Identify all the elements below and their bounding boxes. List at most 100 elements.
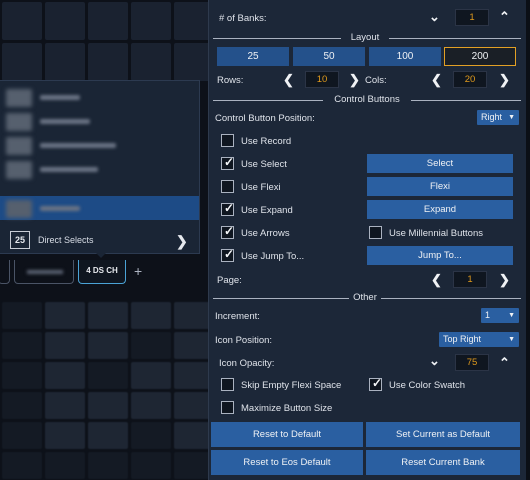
rows-value[interactable]: 10 xyxy=(305,71,339,88)
grid-cell[interactable] xyxy=(45,2,85,40)
expand-button[interactable]: Expand xyxy=(367,200,513,219)
grid-cell[interactable] xyxy=(2,302,42,329)
grid-cell[interactable] xyxy=(88,392,128,419)
layout-25-button[interactable]: 25 xyxy=(217,47,289,66)
grid-cell[interactable] xyxy=(45,43,85,81)
grid-cell[interactable] xyxy=(45,392,85,419)
use-select-checkbox[interactable]: ✓ xyxy=(221,155,234,170)
grid-cell[interactable] xyxy=(174,43,208,81)
maximize-button-size-checkbox[interactable] xyxy=(221,401,234,414)
divider xyxy=(213,298,349,299)
use-expand-checkbox[interactable]: ✓ xyxy=(221,201,234,216)
divider xyxy=(411,100,521,101)
use-color-swatch-checkbox[interactable]: ✓ xyxy=(369,376,382,391)
skip-empty-flexi-space-checkbox[interactable] xyxy=(221,378,234,391)
popup-list-item[interactable] xyxy=(6,159,194,179)
grid-cell[interactable] xyxy=(45,302,85,329)
chevron-right-icon[interactable]: ❯ xyxy=(349,73,360,87)
use-jump-to-checkbox[interactable]: ✓ xyxy=(221,247,235,262)
layout-200-button[interactable]: 200 xyxy=(444,47,516,66)
tab-hidden[interactable] xyxy=(0,260,10,284)
use-arrows-checkbox[interactable]: ✓ xyxy=(221,224,234,239)
layout-50-button[interactable]: 50 xyxy=(293,47,365,66)
cols-value[interactable]: 20 xyxy=(453,71,487,88)
grid-cell[interactable] xyxy=(174,2,208,40)
reset-to-eos-default-button[interactable]: Reset to Eos Default xyxy=(211,450,363,475)
chevron-right-icon[interactable]: ❯ xyxy=(499,73,510,87)
grid-cell[interactable] xyxy=(88,43,128,81)
select-button[interactable]: Select xyxy=(367,154,513,173)
checkmark-icon: ✓ xyxy=(224,247,235,261)
grid-cell[interactable] xyxy=(131,452,171,479)
grid-cell[interactable] xyxy=(2,332,42,359)
grid-cell[interactable] xyxy=(131,43,171,81)
reset-current-bank-button[interactable]: Reset Current Bank xyxy=(366,450,520,475)
banks-value[interactable]: 1 xyxy=(455,9,489,26)
use-millennial-buttons-checkbox[interactable] xyxy=(369,226,382,239)
jump-to-button[interactable]: Jump To... xyxy=(367,246,513,265)
chevron-left-icon[interactable]: ❮ xyxy=(431,273,442,287)
divider xyxy=(213,100,323,101)
popup-list-item[interactable] xyxy=(6,135,194,155)
chevron-up-icon[interactable]: ⌃ xyxy=(499,10,510,24)
grid-cell[interactable] xyxy=(174,422,208,449)
grid-cell[interactable] xyxy=(174,302,208,329)
chevron-down-icon[interactable]: ⌄ xyxy=(429,354,440,368)
chevron-left-icon[interactable]: ❮ xyxy=(431,73,442,87)
set-current-as-default-button[interactable]: Set Current as Default xyxy=(366,422,520,447)
grid-cell[interactable] xyxy=(2,392,42,419)
icon-opacity-value[interactable]: 75 xyxy=(455,354,489,371)
icon-position-dropdown[interactable]: Top Right ▼ xyxy=(439,332,519,347)
grid-cell[interactable] xyxy=(131,392,171,419)
grid-cell[interactable] xyxy=(174,332,208,359)
grid-cell[interactable] xyxy=(88,2,128,40)
grid-cell[interactable] xyxy=(88,332,128,359)
grid-cell[interactable] xyxy=(88,302,128,329)
reset-to-default-button[interactable]: Reset to Default xyxy=(211,422,363,447)
increment-dropdown[interactable]: 1 ▼ xyxy=(481,308,519,323)
popup-list-item[interactable] xyxy=(6,87,194,107)
control-button-position-dropdown[interactable]: Right ▼ xyxy=(477,110,519,125)
page-value[interactable]: 1 xyxy=(453,271,487,288)
grid-cell[interactable] xyxy=(174,362,208,389)
grid-cell[interactable] xyxy=(131,332,171,359)
popup-list-item-selected[interactable] xyxy=(0,196,199,220)
grid-cell[interactable] xyxy=(88,422,128,449)
grid-cell[interactable] xyxy=(2,452,42,479)
flexi-button[interactable]: Flexi xyxy=(367,177,513,196)
control-buttons-title: Control Buttons xyxy=(334,94,400,105)
direct-selects-area: 25 Direct Selects ❯ 4 DS CH + xyxy=(0,0,208,480)
grid-cell[interactable] xyxy=(45,452,85,479)
chevron-up-icon[interactable]: ⌃ xyxy=(499,356,510,370)
channel-grid-bottom xyxy=(0,300,208,480)
grid-cell[interactable] xyxy=(45,362,85,389)
chevron-left-icon[interactable]: ❮ xyxy=(283,73,294,87)
icon-opacity-label: Icon Opacity: xyxy=(219,358,275,369)
grid-cell[interactable] xyxy=(88,452,128,479)
grid-cell[interactable] xyxy=(131,2,171,40)
grid-cell[interactable] xyxy=(45,422,85,449)
chevron-right-icon[interactable]: ❯ xyxy=(499,273,510,287)
grid-cell[interactable] xyxy=(131,362,171,389)
grid-cell[interactable] xyxy=(88,362,128,389)
chevron-right-icon[interactable]: ❯ xyxy=(176,233,188,250)
use-record-checkbox[interactable] xyxy=(221,134,234,147)
grid-cell[interactable] xyxy=(45,332,85,359)
tab-blurred[interactable] xyxy=(14,260,74,284)
grid-cell[interactable] xyxy=(131,302,171,329)
plus-icon[interactable]: + xyxy=(134,263,142,279)
direct-selects-row[interactable]: 25 Direct Selects ❯ xyxy=(0,227,199,253)
grid-cell[interactable] xyxy=(131,422,171,449)
layout-100-button[interactable]: 100 xyxy=(369,47,441,66)
grid-cell[interactable] xyxy=(174,452,208,479)
grid-cell[interactable] xyxy=(2,362,42,389)
popup-list-item[interactable] xyxy=(6,111,194,131)
tab-active[interactable]: 4 DS CH xyxy=(78,260,126,284)
grid-cell[interactable] xyxy=(2,43,42,81)
grid-cell[interactable] xyxy=(2,422,42,449)
grid-cell[interactable] xyxy=(2,2,42,40)
use-flexi-checkbox[interactable] xyxy=(221,180,234,193)
grid-cell[interactable] xyxy=(174,392,208,419)
banks-label: # of Banks: xyxy=(219,13,267,24)
chevron-down-icon[interactable]: ⌄ xyxy=(429,10,440,24)
